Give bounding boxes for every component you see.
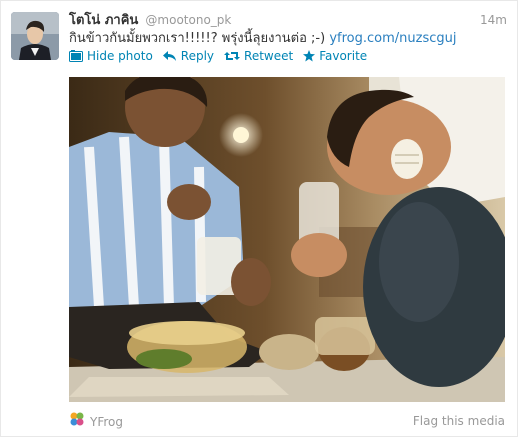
user-full-name[interactable]: โตโน่ ภาคิน [69, 13, 138, 28]
tweet-actions: Hide photo Reply Retweet Favorite [69, 48, 367, 64]
favorite-button[interactable]: Favorite [303, 48, 367, 64]
favorite-label: Favorite [319, 49, 368, 63]
hide-photo-label: Hide photo [87, 49, 153, 63]
reply-label: Reply [180, 49, 215, 63]
media-footer: YFrog Flag this media [69, 411, 505, 431]
flag-media-link[interactable]: Flag this media [413, 411, 505, 431]
hide-photo-button[interactable]: Hide photo [69, 48, 153, 64]
photo-icon [69, 50, 83, 62]
tweet-photo[interactable] [69, 77, 505, 402]
photo-image [69, 77, 505, 402]
retweet-button[interactable]: Retweet [224, 48, 293, 64]
tweet-link[interactable]: yfrog.com/nuzscguj [329, 31, 456, 46]
retweet-icon [224, 50, 241, 62]
yfrog-logo-icon [69, 411, 85, 433]
tweet-text: กินข้าวกันมั้ยพวกเรา!!!!!? พรุ่งนี้ลุยงา… [69, 30, 507, 48]
tweet-card: โตโน่ ภาคิน @mootono_pk 14m กินข้าวกันมั… [0, 0, 518, 437]
avatar[interactable] [11, 12, 59, 60]
user-screen-name[interactable]: @mootono_pk [145, 13, 231, 27]
tweet-timestamp[interactable]: 14m [480, 10, 507, 30]
tweet-header: โตโน่ ภาคิน @mootono_pk 14m [69, 10, 507, 30]
reply-icon [162, 50, 177, 62]
media-provider[interactable]: YFrog [69, 411, 123, 433]
star-icon [303, 50, 316, 62]
reply-button[interactable]: Reply [162, 48, 215, 64]
tweet-text-main: กินข้าวกันมั้ยพวกเรา!!!!!? พรุ่งนี้ลุยงา… [69, 31, 326, 46]
retweet-label: Retweet [244, 49, 294, 63]
media-provider-label: YFrog [90, 415, 123, 429]
